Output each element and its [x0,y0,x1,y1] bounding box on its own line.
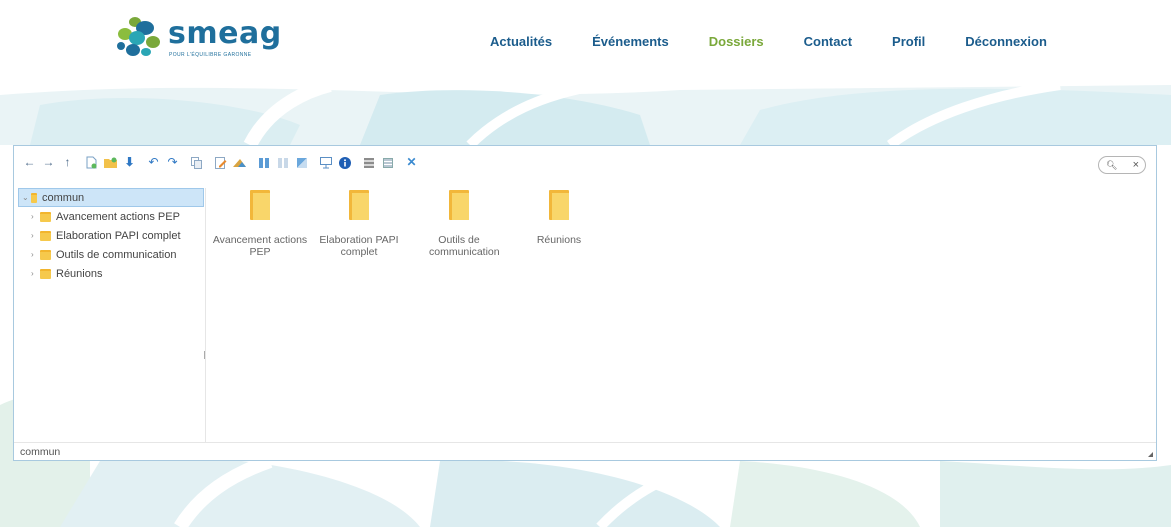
file-item[interactable]: Elaboration PAPI complet [309,190,409,258]
fullscreen-icon[interactable]: ✕ [405,156,418,169]
search-clear-button[interactable]: × [1133,159,1139,171]
search-icon: 🔍︎ [1106,159,1118,170]
tree-item-label: Réunions [56,267,103,280]
download-icon[interactable]: ⬇ [123,156,136,169]
view-icons-icon[interactable] [257,156,270,169]
nav-item-deconnexion[interactable]: Déconnexion [965,34,1047,49]
folder-open-icon [31,192,37,203]
status-path: commun [20,446,61,458]
redo-icon[interactable]: ↷ [166,156,179,169]
preview-icon[interactable] [319,156,332,169]
nav-item-dossiers[interactable]: Dossiers [709,34,764,49]
select-invert-icon[interactable] [381,156,394,169]
tree-item-label: commun [42,191,85,204]
folder-icon [349,190,369,220]
file-label: Avancement actions PEP [212,234,308,258]
file-item[interactable]: Avancement actions PEP [210,190,310,258]
nav-item-evenements[interactable]: Événements [592,34,669,49]
status-bar: commun [14,442,1156,460]
logo-mark-icon [117,17,160,56]
tree-item[interactable]: › Réunions [18,264,204,283]
tree-item-root[interactable]: ⌄ commun [18,188,204,207]
chevron-down-icon[interactable]: ⌄ [22,193,31,202]
chevron-right-icon[interactable]: › [31,250,40,259]
tree-item-label: Avancement actions PEP [56,210,180,223]
new-folder-icon[interactable] [104,156,117,169]
chevron-right-icon[interactable]: › [31,231,40,240]
brand-tagline: POUR L'ÉQUILIBRE GARONNE [169,52,252,58]
files-view: Avancement actions PEP Elaboration PAPI … [206,188,1146,443]
edit-image-icon[interactable] [233,156,246,169]
nav-item-contact[interactable]: Contact [804,34,852,49]
tree-item-label: Elaboration PAPI complet [56,229,181,242]
file-label: Elaboration PAPI complet [319,234,399,258]
forward-icon[interactable]: → [42,156,55,169]
brand-name: smeag [168,16,282,51]
new-file-icon[interactable] [85,156,98,169]
chevron-right-icon[interactable]: › [31,269,40,278]
file-item[interactable]: Outils de communication [409,190,509,258]
back-icon[interactable]: ← [23,156,36,169]
folder-icon [40,230,51,241]
extract-icon[interactable] [295,156,308,169]
brand-logo[interactable]: smeag POUR L'ÉQUILIBRE GARONNE [113,14,281,58]
undo-icon[interactable]: ↶ [147,156,160,169]
folder-tree: ⌄ commun › Avancement actions PEP › Elab… [18,188,206,443]
folder-icon [40,211,51,222]
view-list-icon[interactable] [276,156,289,169]
tree-item[interactable]: › Avancement actions PEP [18,207,204,226]
folder-icon [250,190,270,220]
chevron-right-icon[interactable]: › [31,212,40,221]
file-label: Outils de communication [429,234,500,258]
file-item[interactable]: Réunions [509,190,609,246]
file-label: Réunions [536,234,582,246]
nav-item-actualites[interactable]: Actualités [490,34,552,49]
tree-item-label: Outils de communication [56,248,177,261]
rename-icon[interactable] [214,156,227,169]
copy-icon[interactable] [190,156,203,169]
main-nav: Actualités Événements Dossiers Contact P… [490,34,1087,49]
up-icon[interactable]: ↑ [61,156,74,169]
info-icon[interactable] [338,156,351,169]
nav-item-profil[interactable]: Profil [892,34,925,49]
search-box[interactable]: 🔍︎ × [1098,156,1146,174]
file-manager: ← → ↑ ⬇ ↶ ↷ ✕ 🔍︎ × ⌄ commun › Avancement… [13,145,1157,461]
folder-icon [40,268,51,279]
tree-item[interactable]: › Elaboration PAPI complet [18,226,204,245]
select-all-icon[interactable] [362,156,375,169]
file-manager-toolbar: ← → ↑ ⬇ ↶ ↷ ✕ 🔍︎ × [14,146,1156,184]
tree-item[interactable]: › Outils de communication [18,245,204,264]
resize-handle[interactable] [1148,452,1153,457]
folder-icon [549,190,569,220]
folder-icon [40,249,51,260]
site-header: smeag POUR L'ÉQUILIBRE GARONNE Actualité… [0,0,1171,85]
folder-icon [449,190,469,220]
